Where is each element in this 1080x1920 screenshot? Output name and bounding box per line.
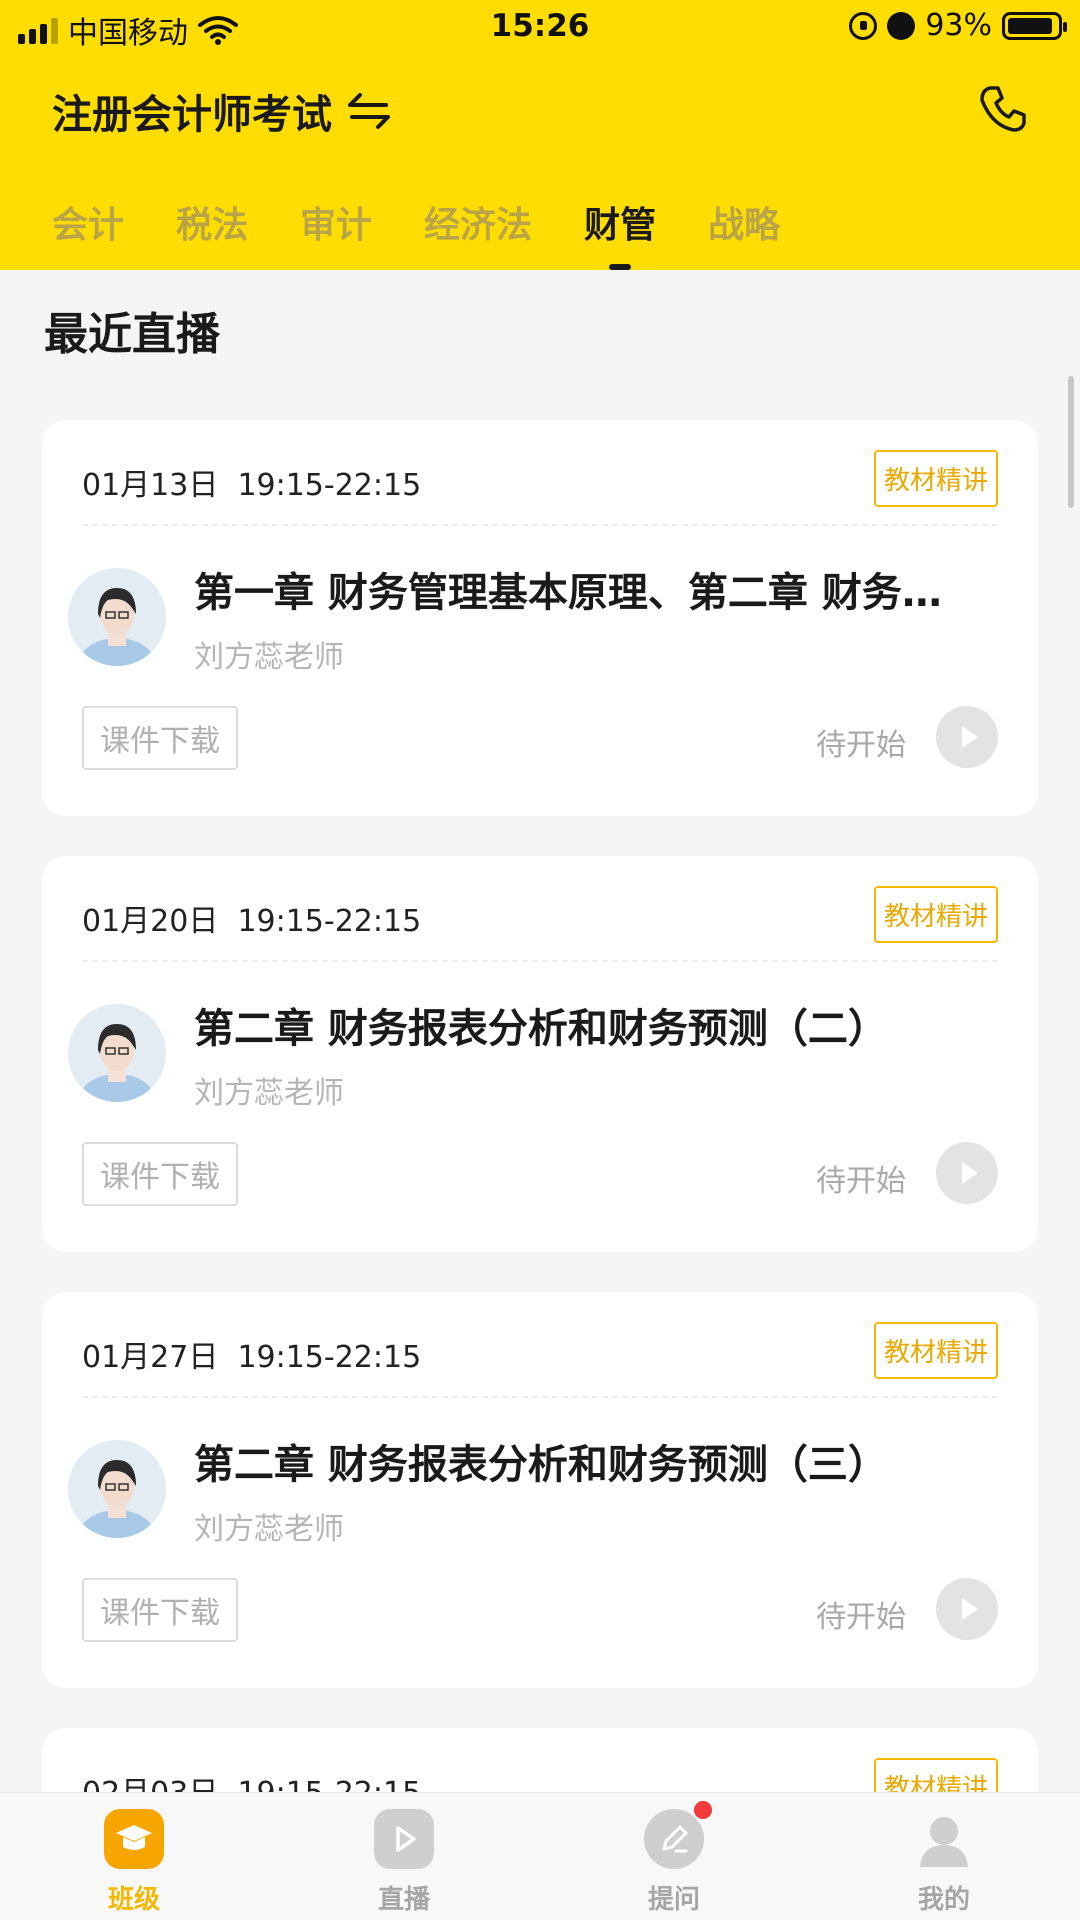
download-courseware-button[interactable]: 课件下载 (82, 1142, 238, 1206)
phone-icon[interactable] (978, 84, 1028, 134)
status-bar: 中国移动 15:26 93% (0, 0, 1080, 54)
avatar (68, 1440, 166, 1538)
card-teacher: 刘方蕊老师 (194, 1076, 344, 1111)
avatar (68, 1004, 166, 1102)
live-card[interactable]: 01月27日 19:15-22:15 教材精讲 第二章 财务报表分析和财务预测（… (42, 1292, 1038, 1688)
user-icon (914, 1809, 974, 1869)
battery-icon (1002, 11, 1067, 40)
status-label: 待开始 (816, 728, 906, 763)
card-datetime: 01月27日 19:15-22:15 (82, 1340, 422, 1375)
tab-financial-management[interactable]: 财管 (584, 196, 656, 248)
tab-economic-law[interactable]: 经济法 (424, 196, 532, 248)
download-courseware-button[interactable]: 课件下载 (82, 706, 238, 770)
card-datetime: 02月03日 19:15-22:15 (82, 1768, 421, 1792)
card-title: 第二章 财务报表分析和财务预测（二） (194, 1006, 888, 1052)
live-card[interactable]: 02月03日 19:15-22:15 教材精讲 (42, 1728, 1038, 1792)
alarm-icon (887, 11, 916, 40)
edit-icon (644, 1801, 712, 1869)
live-card[interactable]: 01月20日 19:15-22:15 教材精讲 第二章 财务报表分析和财务预测（… (42, 856, 1038, 1252)
nav-label: 直播 (377, 1885, 430, 1915)
graduation-cap-icon (104, 1809, 164, 1869)
card-datetime: 01月13日 19:15-22:15 (82, 468, 422, 503)
divider (82, 1396, 998, 1398)
bottom-nav: 班级 直播 提问 我的 (0, 1792, 1080, 1920)
download-courseware-button[interactable]: 课件下载 (82, 1578, 238, 1642)
swap-icon (348, 93, 390, 129)
card-teacher: 刘方蕊老师 (194, 1512, 344, 1547)
play-icon (962, 1162, 978, 1184)
card-tag: 教材精讲 (873, 886, 998, 943)
subject-tabs: 会计 税法 审计 经济法 财管 战略 (52, 196, 832, 248)
status-label: 待开始 (816, 1164, 906, 1199)
tab-accounting[interactable]: 会计 (52, 196, 124, 248)
nav-mine[interactable]: 我的 (884, 1809, 1004, 1917)
header: 中国移动 15:26 93% 注册会计师考试 会计 税法 审计 经济法 财管 战… (0, 0, 1080, 270)
card-tag: 教材精讲 (873, 450, 998, 507)
nav-label: 班级 (107, 1885, 160, 1915)
card-title: 第一章 财务管理基本原理、第二章 财务报表分析和财务预测（一） (194, 570, 978, 616)
nav-live[interactable]: 直播 (344, 1809, 464, 1917)
exam-switcher[interactable]: 注册会计师考试 (52, 82, 392, 140)
nav-ask[interactable]: 提问 (614, 1801, 734, 1917)
page-title: 注册会计师考试 (52, 92, 332, 138)
card-datetime: 01月20日 19:15-22:15 (82, 904, 422, 939)
card-tag: 教材精讲 (873, 1758, 998, 1792)
section-title: 最近直播 (44, 309, 220, 360)
nav-label: 提问 (647, 1885, 700, 1915)
play-button[interactable] (936, 706, 998, 768)
card-title: 第二章 财务报表分析和财务预测（三） (194, 1442, 888, 1488)
nav-label: 我的 (917, 1885, 970, 1915)
notification-badge (694, 1801, 712, 1819)
card-teacher: 刘方蕊老师 (194, 640, 344, 675)
card-tag: 教材精讲 (873, 1322, 998, 1379)
play-icon (962, 1598, 978, 1620)
divider (82, 960, 998, 962)
live-card[interactable]: 01月13日 19:15-22:15 教材精讲 第一章 财务管理基本原理、第二章… (42, 420, 1038, 816)
battery-percent: 93% (925, 8, 992, 43)
divider (82, 524, 998, 526)
play-icon (374, 1809, 434, 1869)
tab-strategy[interactable]: 战略 (708, 196, 780, 248)
orientation-lock-icon (849, 11, 878, 40)
play-button[interactable] (936, 1578, 998, 1640)
tab-audit[interactable]: 审计 (300, 196, 372, 248)
scrollbar[interactable] (1068, 376, 1074, 508)
play-icon (962, 726, 978, 748)
nav-class[interactable]: 班级 (74, 1809, 194, 1917)
play-button[interactable] (936, 1142, 998, 1204)
avatar (68, 568, 166, 666)
status-label: 待开始 (816, 1600, 906, 1635)
tab-tax-law[interactable]: 税法 (176, 196, 248, 248)
